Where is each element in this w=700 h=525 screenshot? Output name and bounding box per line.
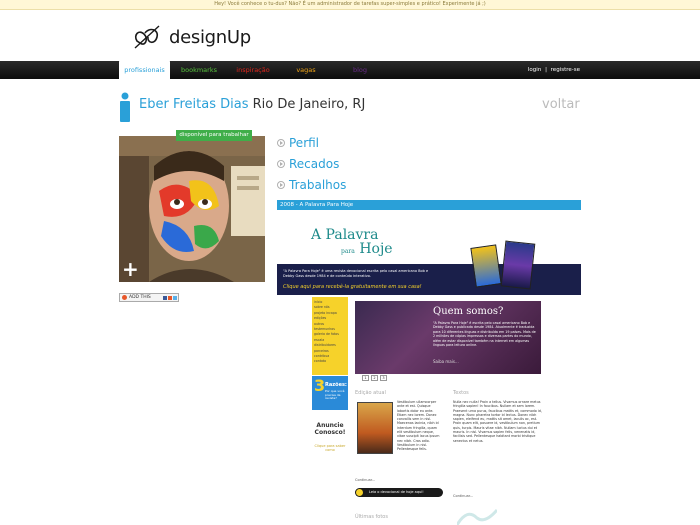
screenshot-subtitle: para Hoje bbox=[341, 242, 393, 259]
notice-bar[interactable]: Hey! Você conhece o tu-dus? Não? É um ad… bbox=[0, 0, 700, 10]
advertise-subtitle: Clique para saber como bbox=[314, 444, 346, 453]
tab-inspiracao[interactable]: inspiração bbox=[227, 61, 279, 79]
arrow-right-icon bbox=[277, 160, 285, 168]
tab-blog[interactable]: blog bbox=[340, 61, 380, 79]
decorative-swirl-icon bbox=[457, 509, 497, 525]
screenshot-cta: Clique aqui para recebê-la gratuitamente… bbox=[283, 284, 422, 290]
current-edition-more: Continuar... bbox=[355, 478, 376, 482]
pager-item: 3 bbox=[380, 375, 387, 381]
main-nav: profissionais bookmarks inspiração vagas… bbox=[0, 59, 700, 79]
hero-text: "A Palavra Para Hoje" é escrita pelo cas… bbox=[433, 321, 536, 348]
sidebar-item: contato bbox=[314, 359, 327, 364]
current-edition-text: Vestibulum ullamcorper ante et est. Quis… bbox=[397, 400, 440, 452]
back-link[interactable]: voltar bbox=[542, 96, 580, 114]
logo[interactable]: designUp bbox=[131, 22, 251, 52]
profile-name: Eber Freitas Dias bbox=[139, 97, 249, 112]
share-icon bbox=[163, 295, 167, 300]
profile-heading: Eber Freitas Dias Rio De Janeiro, RJ bbox=[139, 96, 365, 114]
latest-photos-heading: Últimas fotos bbox=[355, 514, 388, 520]
profile-photo-image bbox=[119, 136, 265, 282]
profile-city: Rio De Janeiro, RJ bbox=[252, 97, 366, 112]
register-link[interactable]: registre-se bbox=[551, 67, 580, 73]
reasons-word: Razões: bbox=[325, 382, 347, 388]
section-link-perfil[interactable]: Perfil bbox=[277, 135, 319, 151]
availability-badge: disponível para trabalhar bbox=[176, 130, 252, 141]
section-link-trabalhos[interactable]: Trabalhos bbox=[277, 177, 346, 193]
addthis-icon bbox=[122, 295, 127, 300]
arrow-right-icon bbox=[277, 181, 285, 189]
tab-profissionais[interactable]: profissionais bbox=[119, 59, 170, 79]
reasons-question: Por que você precisa da revista? bbox=[325, 389, 345, 401]
hero-title: Quem somos? bbox=[433, 306, 504, 317]
share-icons bbox=[163, 295, 178, 300]
magazine-cover-image bbox=[500, 240, 536, 290]
login-link[interactable]: login bbox=[528, 67, 541, 73]
current-edition-heading: Edição atual bbox=[355, 390, 386, 396]
auth-links: login | registre-se bbox=[528, 61, 580, 79]
section-label: Trabalhos bbox=[289, 178, 347, 192]
section-label: Recados bbox=[289, 157, 340, 171]
pager-item: 1 bbox=[362, 375, 369, 381]
tab-vagas[interactable]: vagas bbox=[286, 61, 326, 79]
addthis-label: ADD THIS bbox=[129, 295, 151, 300]
work-screenshot[interactable]: A Palavra para Hoje "A Palavra Para Hoje… bbox=[277, 222, 581, 525]
reasons-number: 3 bbox=[314, 376, 326, 395]
section-label: Perfil bbox=[289, 136, 320, 150]
texts-body: Nulla nec nulla! Proin a tellus. Vivamus… bbox=[453, 400, 542, 443]
screenshot-para: para bbox=[341, 248, 355, 255]
pager-item: 2 bbox=[371, 375, 378, 381]
screenshot-sidebar-nav: início sobre nós projeto incapa edições … bbox=[312, 297, 348, 375]
add-contact-button[interactable]: + bbox=[122, 259, 139, 279]
advertise-title: Anuncie Conosco! bbox=[314, 422, 346, 436]
profile-photo bbox=[119, 136, 265, 282]
edition-cover-image bbox=[357, 402, 393, 454]
page: Hey! Você conhece o tu-dus? Não? É um ad… bbox=[0, 0, 700, 525]
work-item-title[interactable]: 2008 - A Palavra Para Hoje bbox=[277, 200, 581, 210]
hero-more-link: Saiba mais... bbox=[433, 359, 459, 364]
logo-mark-icon bbox=[134, 25, 160, 49]
auth-separator: | bbox=[545, 67, 547, 73]
section-link-recados[interactable]: Recados bbox=[277, 156, 339, 172]
brand-name: designUp bbox=[169, 26, 251, 48]
addthis-button[interactable]: ADD THIS bbox=[119, 293, 179, 302]
screenshot-pager: 1 2 3 bbox=[362, 375, 387, 381]
screenshot-hoje: Hoje bbox=[359, 241, 393, 257]
magazine-cover-image bbox=[470, 244, 502, 288]
share-icon bbox=[168, 295, 172, 300]
share-icon bbox=[173, 295, 177, 300]
texts-more: Continuar... bbox=[453, 494, 474, 498]
arrow-right-icon bbox=[277, 139, 285, 147]
screenshot-intro: "A Palavra Para Hoje" é uma revista devo… bbox=[283, 269, 429, 278]
play-icon bbox=[356, 489, 363, 496]
person-icon bbox=[120, 92, 130, 122]
read-devotional-banner: Leia o devocional de hoje aqui! bbox=[355, 488, 443, 497]
tab-bookmarks[interactable]: bookmarks bbox=[172, 61, 226, 79]
screenshot-title: A Palavra bbox=[311, 227, 379, 243]
texts-heading: Textos bbox=[453, 390, 469, 396]
